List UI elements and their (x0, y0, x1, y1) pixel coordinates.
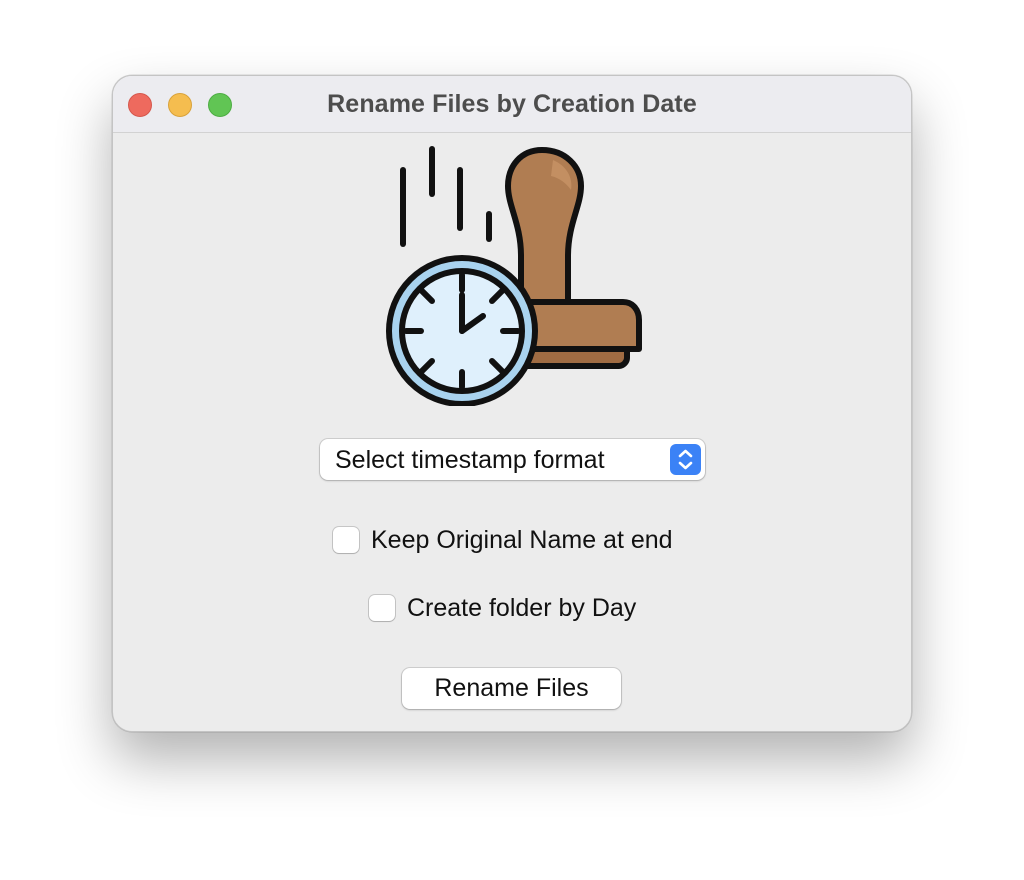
keep-original-name-label[interactable]: Keep Original Name at end (371, 526, 673, 555)
window-title: Rename Files by Creation Date (327, 90, 697, 118)
clock-stamp-icon (383, 144, 645, 407)
rename-files-button[interactable]: Rename Files (402, 668, 621, 709)
create-folder-by-day-checkbox[interactable] (369, 595, 395, 621)
timestamp-format-select[interactable]: Select timestamp format (320, 439, 705, 480)
title-bar[interactable]: Rename Files by Creation Date (113, 76, 911, 133)
keep-original-name-checkbox[interactable] (333, 527, 359, 553)
create-folder-by-day-label[interactable]: Create folder by Day (407, 594, 636, 623)
app-window: Rename Files by Creation Date Select tim… (112, 75, 912, 732)
chevron-up-down-icon[interactable] (670, 444, 701, 475)
timestamp-format-value: Select timestamp format (335, 446, 605, 474)
